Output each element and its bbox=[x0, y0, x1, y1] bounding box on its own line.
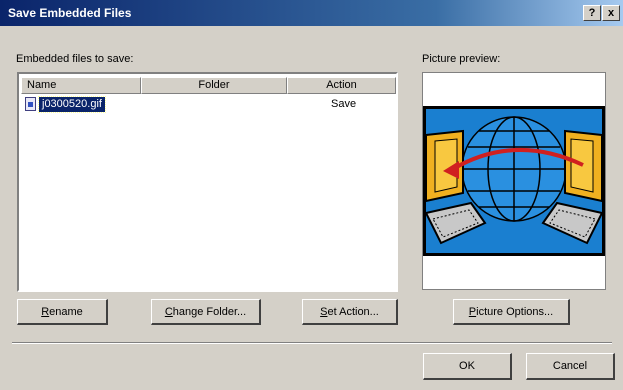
embedded-files-list[interactable]: Name Folder Action j0300520.gif Save bbox=[17, 72, 398, 292]
column-header-folder[interactable]: Folder bbox=[141, 77, 287, 94]
ok-button[interactable]: OK bbox=[423, 353, 512, 380]
rename-accel: R bbox=[41, 305, 50, 318]
picture-options-label: icture Options... bbox=[476, 305, 554, 318]
set-action-button[interactable]: Set Action... bbox=[302, 299, 398, 325]
change-folder-accel: C bbox=[164, 305, 173, 318]
picture-options-accel: P bbox=[468, 305, 477, 318]
column-header-action[interactable]: Action bbox=[287, 77, 396, 94]
set-action-label: et Action... bbox=[327, 305, 379, 318]
rename-label: ename bbox=[49, 305, 83, 318]
file-action-cell: Save bbox=[331, 98, 357, 110]
set-action-accel: S bbox=[320, 305, 328, 318]
preview-label: Picture preview: bbox=[422, 53, 501, 65]
files-label: Embedded files to save: bbox=[16, 53, 134, 65]
cancel-button[interactable]: Cancel bbox=[526, 353, 615, 380]
column-header-name[interactable]: Name bbox=[21, 77, 141, 94]
title-bar: Save Embedded Files ? x bbox=[0, 0, 623, 26]
picture-options-button[interactable]: Picture Options... bbox=[453, 299, 570, 325]
rename-button[interactable]: Rename bbox=[17, 299, 108, 325]
change-folder-button[interactable]: Change Folder... bbox=[151, 299, 261, 325]
gif-file-icon bbox=[25, 97, 36, 111]
table-row[interactable]: j0300520.gif Save bbox=[19, 96, 396, 114]
file-name-cell[interactable]: j0300520.gif bbox=[38, 96, 106, 113]
window-title: Save Embedded Files bbox=[8, 6, 132, 20]
separator bbox=[12, 342, 612, 344]
picture-preview bbox=[422, 72, 606, 290]
network-computers-globe-icon bbox=[423, 106, 605, 256]
change-folder-label: hange Folder... bbox=[172, 305, 247, 318]
close-button[interactable]: x bbox=[602, 5, 620, 21]
help-button[interactable]: ? bbox=[583, 5, 601, 21]
